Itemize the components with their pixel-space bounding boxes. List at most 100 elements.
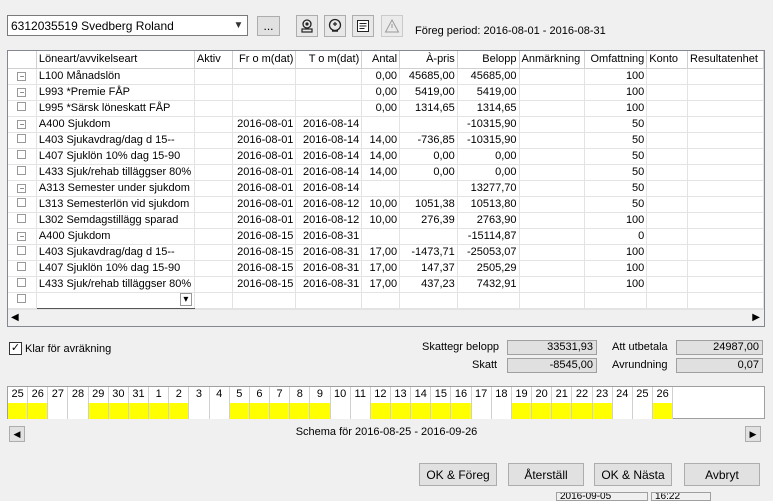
cell-aktiv[interactable] — [194, 100, 233, 117]
cell-antal[interactable]: 0,00 — [361, 84, 401, 101]
row-expander[interactable] — [8, 260, 37, 277]
cell-aktiv[interactable] — [194, 276, 233, 293]
cell-apris[interactable] — [399, 180, 458, 197]
cell-konto[interactable] — [646, 68, 689, 85]
header-anmarkning[interactable]: Anmärkning — [519, 51, 586, 69]
tree-leaf-icon[interactable] — [17, 246, 27, 255]
cell-anm[interactable] — [519, 244, 586, 261]
header-belopp[interactable]: Belopp — [457, 51, 520, 69]
cell-tom[interactable]: 2016-08-31 — [295, 244, 363, 261]
cell-omf[interactable]: 100 — [584, 260, 648, 277]
empty-cell[interactable] — [584, 292, 648, 309]
cell-antal[interactable]: 17,00 — [361, 276, 401, 293]
row-expander[interactable] — [8, 244, 37, 261]
collapse-icon[interactable]: − — [17, 184, 27, 193]
cell-tom[interactable]: 2016-08-31 — [295, 260, 363, 277]
cell-apris[interactable]: 0,00 — [399, 148, 458, 165]
new-entry-row[interactable]: ▾ — [8, 292, 764, 309]
cell-from[interactable]: 2016-08-01 — [232, 164, 297, 181]
cell-from[interactable]: 2016-08-15 — [232, 276, 297, 293]
table-row[interactable]: L313 Semesterlön vid sjukdom 2016-08-01 20… — [8, 196, 764, 213]
cell-konto[interactable] — [646, 116, 689, 133]
cell-antal[interactable] — [361, 180, 401, 197]
cell-omf[interactable]: 50 — [584, 132, 648, 149]
header-loneart[interactable]: Löneart/avvikelseart — [36, 51, 195, 69]
browse-button[interactable]: ... — [257, 16, 280, 36]
cell-apris[interactable]: 1051,38 — [399, 196, 458, 213]
cell-anm[interactable] — [519, 260, 586, 277]
cell-aktiv[interactable] — [194, 68, 233, 85]
collapse-icon[interactable]: − — [17, 72, 27, 81]
cell-antal[interactable]: 10,00 — [361, 196, 401, 213]
cell-antal[interactable]: 14,00 — [361, 148, 401, 165]
cell-antal[interactable]: 0,00 — [361, 100, 401, 117]
employee-select[interactable]: 6312035519 Svedberg Roland ▼ — [7, 15, 248, 36]
cell-konto[interactable] — [646, 244, 689, 261]
cell-name[interactable]: L313 Semesterlön vid sjukdom — [36, 196, 195, 213]
empty-cell[interactable] — [687, 292, 764, 309]
row-expander[interactable] — [8, 276, 37, 293]
cell-from[interactable]: 2016-08-01 — [232, 212, 297, 229]
ready-checkbox[interactable]: ✓ Klar för avräkning — [9, 342, 111, 355]
row-expander[interactable] — [8, 212, 37, 229]
cell-aktiv[interactable] — [194, 212, 233, 229]
tree-leaf-icon[interactable] — [17, 150, 27, 159]
cell-belopp[interactable]: -15114,87 — [457, 228, 520, 245]
notes-icon[interactable] — [352, 15, 374, 37]
cell-aktiv[interactable] — [194, 132, 233, 149]
new-loneart-select[interactable]: ▾ — [36, 292, 195, 309]
cell-from[interactable]: 2016-08-15 — [232, 228, 297, 245]
cell-omf[interactable]: 50 — [584, 196, 648, 213]
cell-res[interactable] — [687, 212, 764, 229]
aterstall-button[interactable]: Återställ — [508, 463, 584, 486]
calculator-icon[interactable] — [324, 15, 346, 37]
cell-name[interactable]: L407 Sjuklön 10% dag 15-90 — [36, 260, 195, 277]
cell-omf[interactable]: 100 — [584, 244, 648, 261]
cell-from[interactable] — [232, 100, 297, 117]
cell-antal[interactable]: 17,00 — [361, 260, 401, 277]
cell-belopp[interactable]: 2763,90 — [457, 212, 520, 229]
chevron-down-icon[interactable]: ▾ — [179, 292, 192, 306]
cell-res[interactable] — [687, 180, 764, 197]
cell-res[interactable] — [687, 148, 764, 165]
row-expander[interactable] — [8, 148, 37, 165]
table-row[interactable]: L403 Sjukavdrag/dag d 15-- 2016-08-15 2016… — [8, 244, 764, 261]
cell-belopp[interactable]: 10513,80 — [457, 196, 520, 213]
cell-from[interactable]: 2016-08-01 — [232, 116, 297, 133]
table-row[interactable]: − A400 Sjukdom 2016-08-15 2016-08-31 -15114,… — [8, 228, 764, 245]
table-row[interactable]: L995 *Särsk löneskatt FÅP 0,00 1314,65 1314… — [8, 100, 764, 117]
cell-anm[interactable] — [519, 84, 586, 101]
row-expander[interactable]: − — [8, 116, 37, 133]
cell-name[interactable]: L302 Semdagstillägg sparad — [36, 212, 195, 229]
cell-belopp[interactable]: 2505,29 — [457, 260, 520, 277]
cell-belopp[interactable]: 7432,91 — [457, 276, 520, 293]
cell-omf[interactable]: 50 — [584, 164, 648, 181]
cell-from[interactable] — [232, 84, 297, 101]
previous-schedule-icon[interactable]: ◀ — [9, 426, 25, 442]
cell-konto[interactable] — [646, 164, 689, 181]
cell-antal[interactable]: 14,00 — [361, 164, 401, 181]
cell-name[interactable]: L403 Sjukavdrag/dag d 15-- — [36, 132, 195, 149]
cell-tom[interactable]: 2016-08-31 — [295, 228, 363, 245]
avbryt-button[interactable]: Avbryt — [684, 463, 760, 486]
empty-cell[interactable] — [457, 292, 520, 309]
cell-from[interactable]: 2016-08-01 — [232, 196, 297, 213]
cell-tom[interactable]: 2016-08-14 — [295, 180, 363, 197]
table-row[interactable]: L403 Sjukavdrag/dag d 15-- 2016-08-01 2016… — [8, 132, 764, 149]
cell-apris[interactable]: 0,00 — [399, 164, 458, 181]
cell-aktiv[interactable] — [194, 196, 233, 213]
tree-leaf-icon[interactable] — [17, 134, 27, 143]
cell-anm[interactable] — [519, 132, 586, 149]
cell-tom[interactable]: 2016-08-14 — [295, 116, 363, 133]
collapse-icon[interactable] — [17, 294, 27, 303]
cell-name[interactable]: A313 Semester under sjukdom — [36, 180, 195, 197]
cell-res[interactable] — [687, 244, 764, 261]
header-apris[interactable]: À-pris — [399, 51, 458, 69]
cell-from[interactable]: 2016-08-01 — [232, 132, 297, 149]
cell-antal[interactable]: 0,00 — [361, 68, 401, 85]
tree-leaf-icon[interactable] — [17, 102, 27, 111]
empty-cell[interactable] — [646, 292, 689, 309]
cell-res[interactable] — [687, 132, 764, 149]
cell-konto[interactable] — [646, 276, 689, 293]
cell-apris[interactable]: 45685,00 — [399, 68, 458, 85]
